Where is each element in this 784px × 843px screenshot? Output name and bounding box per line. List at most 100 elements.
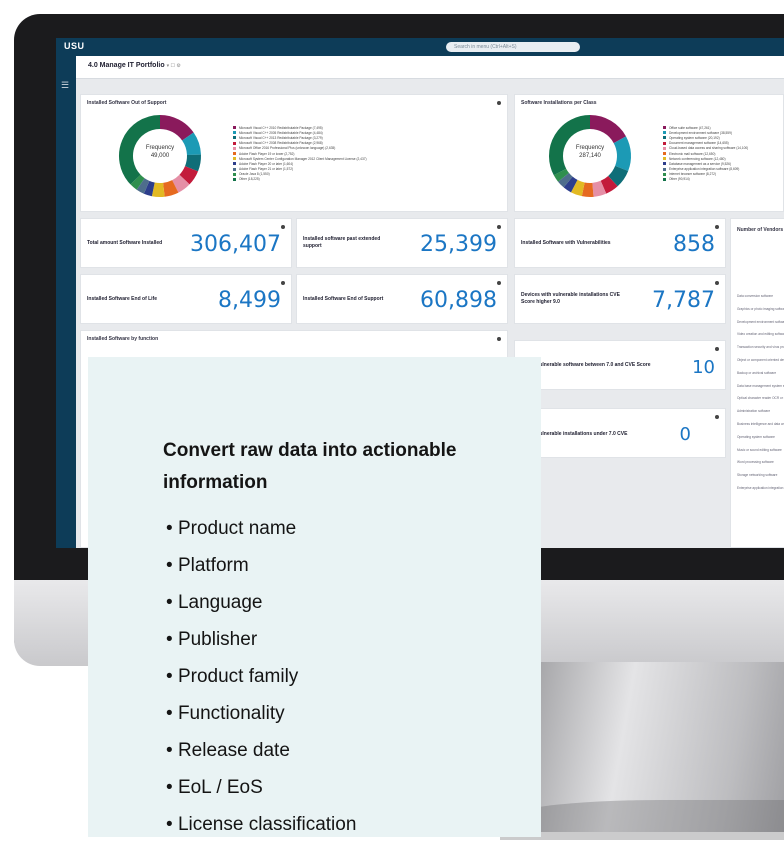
kpi-card: s with vulnerable installations under 7.…	[514, 408, 726, 458]
legend-swatch	[663, 141, 666, 145]
donut-legend: Office suite software (47,261) Developmen…	[663, 125, 748, 182]
legend-label: Other (90,914)	[669, 177, 690, 182]
donut-slice[interactable]	[607, 165, 629, 187]
legend-label: Microsoft Visual C++ 2005 Redistributabl…	[239, 130, 323, 135]
legend-swatch	[663, 157, 666, 161]
vendors-card: Number of Vendors Data conversion softwa…	[730, 218, 784, 548]
vendor-row: Music or sound editing software	[737, 447, 782, 452]
legend-label: Microsoft Visual C++ 2008 Redistributabl…	[239, 141, 323, 146]
legend-item[interactable]: Other (18,225)	[233, 177, 367, 182]
donut-legend: Microsoft Visual C++ 2010 Redistributabl…	[233, 125, 367, 182]
legend-label: Enterprise application integration softw…	[669, 167, 740, 172]
page-title[interactable]: 4.0 Manage IT Portfolio ▾ ☐ ⚙	[88, 62, 181, 69]
out-of-support-card: Installed Software Out of Support Freque…	[80, 94, 508, 212]
legend-swatch	[233, 162, 236, 166]
card-menu-icon[interactable]	[715, 225, 719, 229]
donut-slice[interactable]	[143, 180, 155, 197]
card-menu-icon[interactable]	[497, 225, 501, 229]
kpi-card: Installed Software End of Support 60,898	[296, 274, 508, 324]
stand-shadow	[500, 800, 784, 840]
search-input[interactable]: Search in menu (Ctrl+Alt+S)	[446, 42, 580, 52]
legend-label: Microsoft Visual C++ 2013 Redistributabl…	[239, 135, 323, 140]
donut-slice[interactable]	[159, 115, 194, 141]
donut-center-value: 49,000	[150, 153, 170, 159]
legend-label: Development environment software (38,559…	[669, 130, 732, 135]
feature-list-item: License classification	[166, 806, 356, 843]
legend-swatch	[663, 126, 666, 130]
kpi-card: s with vulnerable software between 7.0 a…	[514, 340, 726, 390]
legend-swatch	[233, 177, 236, 181]
donut-slice[interactable]	[151, 182, 165, 197]
donut-slice[interactable]	[563, 176, 578, 193]
card-menu-icon[interactable]	[715, 415, 719, 419]
donut-slice[interactable]	[558, 172, 573, 188]
donut-slice[interactable]	[136, 178, 150, 194]
legend-swatch	[233, 141, 236, 145]
legend-swatch	[663, 146, 666, 150]
card-menu-icon[interactable]	[715, 347, 719, 351]
vendor-row: Backup or archival software	[737, 370, 777, 375]
donut-slice[interactable]	[179, 165, 198, 185]
card-title: Software Installations per Class	[521, 100, 597, 106]
legend-swatch	[663, 172, 666, 176]
donut-slice[interactable]	[553, 168, 570, 182]
donut-slice[interactable]	[570, 179, 585, 197]
card-menu-icon[interactable]	[715, 281, 719, 285]
kpi-card: Installed Software with Vulnerabilities …	[514, 218, 726, 268]
donut-center-label: Frequency	[145, 145, 175, 151]
legend-item[interactable]: Enterprise application integration softw…	[663, 167, 748, 172]
donut-slice[interactable]	[581, 182, 594, 197]
vendor-row: Business intelligence and data analysis	[737, 422, 784, 426]
vendor-row: Transaction security and virus protectio…	[737, 345, 784, 350]
page-header: 4.0 Manage IT Portfolio ▾ ☐ ⚙	[76, 56, 784, 79]
legend-swatch	[233, 172, 236, 176]
feature-list-item: EoL / EoS	[166, 769, 356, 806]
kpi-label: s with vulnerable installations under 7.…	[521, 431, 628, 437]
donut-slice[interactable]	[600, 175, 618, 194]
donut-slice[interactable]	[592, 180, 607, 197]
vendor-row: Data base management system software	[737, 383, 784, 388]
kpi-label: Installed Software End of Life	[87, 296, 158, 302]
legend-item[interactable]: Cloud-based data access and sharing soft…	[663, 146, 748, 151]
donut-slice[interactable]	[162, 179, 179, 197]
donut-slice[interactable]	[171, 174, 190, 193]
brand-logo: USU	[64, 41, 85, 51]
vendor-row: Operating system software	[737, 434, 775, 439]
donut-slice[interactable]	[589, 115, 626, 144]
donut-slice[interactable]	[130, 174, 145, 190]
legend-swatch	[663, 152, 666, 156]
kpi-card: Devices with vulnerable installations CV…	[514, 274, 726, 324]
legend-label: Adobe Flash Player 21 or later (1,572)	[239, 167, 294, 172]
kpi-value: 306,407	[190, 232, 281, 257]
kpi-value: 10	[692, 357, 715, 378]
feature-list-item: Language	[166, 584, 356, 621]
kpi-value: 60,898	[420, 288, 497, 313]
hamburger-icon[interactable]: ☰	[61, 80, 69, 91]
legend-swatch	[663, 167, 666, 171]
kpi-value: 25,399	[420, 232, 497, 257]
feature-list: Product namePlatformLanguagePublisherPro…	[166, 510, 356, 843]
card-menu-icon[interactable]	[497, 337, 501, 341]
kpi-card: Installed software past extended support…	[296, 218, 508, 268]
legend-item[interactable]: Microsoft System Center Configuration Ma…	[233, 156, 367, 161]
feature-list-item: Publisher	[166, 621, 356, 658]
kpi-label: Devices with vulnerable installations CV…	[521, 292, 620, 305]
legend-item[interactable]: Other (90,914)	[663, 177, 748, 182]
kpi-value: 858	[673, 232, 715, 257]
feature-list-item: Functionality	[166, 695, 356, 732]
kpi-label: Installed Software End of Support	[303, 296, 384, 302]
legend-label: Office suite software (47,261)	[669, 125, 711, 130]
kpi-card: Total amount Software Installed 306,407	[80, 218, 292, 268]
card-menu-icon[interactable]	[497, 101, 501, 105]
card-title: Number of Vendors	[737, 227, 784, 233]
legend-label: Operating system software (20,192)	[669, 135, 720, 140]
card-title: Installed Software by function	[87, 336, 159, 342]
legend-label: Adobe Flash Player 20 or later (1,604)	[239, 161, 294, 166]
card-menu-icon[interactable]	[281, 225, 285, 229]
kpi-value: 7,787	[652, 288, 715, 313]
card-menu-icon[interactable]	[497, 281, 501, 285]
card-menu-icon[interactable]	[281, 281, 285, 285]
vendor-row: Administration software	[737, 409, 771, 414]
legend-swatch	[663, 162, 666, 166]
feature-list-item: Product family	[166, 658, 356, 695]
